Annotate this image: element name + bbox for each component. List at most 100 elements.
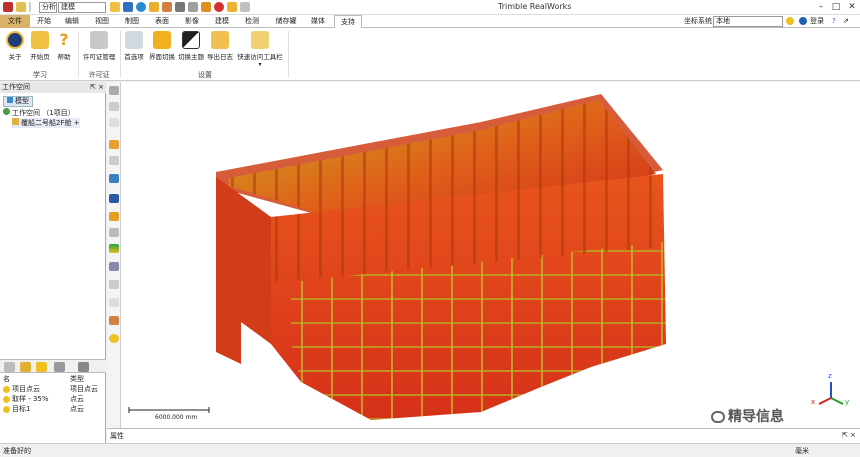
theme-button[interactable]: 切换主题 <box>177 31 205 61</box>
tools-icon[interactable] <box>188 2 198 12</box>
menu-surface[interactable]: 表面 <box>150 15 174 28</box>
menu-view[interactable]: 视图 <box>90 15 114 28</box>
folder-icon[interactable] <box>149 2 159 12</box>
fit-icon[interactable] <box>109 156 119 165</box>
menu-drafting[interactable]: 制图 <box>120 15 144 28</box>
watermark-text: 精导信息 <box>728 409 784 425</box>
help-button[interactable]: ? 帮助 <box>53 31 75 61</box>
3d-viewport[interactable]: 6000.000 mm z x y 精导信息 <box>121 82 860 428</box>
marker-icon[interactable] <box>109 316 119 325</box>
lightbulb-icon[interactable] <box>786 17 794 25</box>
ribbon-separator <box>120 31 121 77</box>
open-icon[interactable] <box>110 2 120 12</box>
app-logo-icon <box>3 2 13 12</box>
project-icon <box>12 118 19 125</box>
column-header-name[interactable]: 名 <box>3 374 10 384</box>
close-icon[interactable]: ✕ <box>845 0 859 14</box>
search-icon[interactable] <box>4 362 15 372</box>
camera-icon[interactable] <box>109 298 119 307</box>
menu-inspection[interactable]: 检测 <box>240 15 264 28</box>
properties-panel: 属性 ⇱ × <box>107 428 860 443</box>
globe-icon[interactable] <box>136 2 146 12</box>
table-row[interactable]: 取样 - 35% 点云 <box>3 394 105 404</box>
preferences-button[interactable]: 首选项 <box>122 31 146 61</box>
pencil-icon[interactable] <box>201 2 211 12</box>
menu-start[interactable]: 开始 <box>32 15 56 28</box>
tree-root[interactable]: 工作空间 （1项目） <box>3 108 75 118</box>
home-icon <box>31 31 49 49</box>
row-name: 目标1 <box>12 405 31 413</box>
maximize-icon[interactable]: □ <box>829 0 843 14</box>
ui-switch-button[interactable]: 界面切换 <box>148 31 176 61</box>
menu-media[interactable]: 媒体 <box>306 15 330 28</box>
workflow-combo[interactable]: 建模 <box>58 2 106 13</box>
grid-icon[interactable] <box>109 280 119 289</box>
section-icon[interactable] <box>109 228 119 237</box>
warning-icon[interactable] <box>109 212 119 221</box>
layers-icon[interactable] <box>240 2 250 12</box>
user-icon[interactable] <box>799 17 807 25</box>
print-icon[interactable] <box>175 2 185 12</box>
workspace-globe-icon <box>3 108 10 115</box>
zoom-icon[interactable] <box>109 86 119 95</box>
bulb-icon[interactable] <box>36 362 47 372</box>
tab-model[interactable]: 模型 <box>3 96 33 107</box>
minimize-icon[interactable]: – <box>814 0 828 14</box>
front-view-icon[interactable] <box>109 194 119 203</box>
coord-system-combo[interactable]: 本地 <box>713 16 783 27</box>
menu-image[interactable]: 影像 <box>180 15 204 28</box>
about-button[interactable]: 关于 <box>4 31 26 61</box>
pick-icon[interactable] <box>109 140 119 149</box>
ribbon: 关于 开始页 ? 帮助 学习 许可证管理 许可证 首选项 界面切换 切换主题 导… <box>0 28 860 81</box>
mode-combo[interactable]: 分析 <box>39 2 57 13</box>
ship-block-left-wall <box>216 177 271 364</box>
expand-icon[interactable]: + <box>74 119 80 127</box>
point-cloud-render[interactable] <box>121 82 860 428</box>
tree-item-project[interactable]: 覆船二号船2F舱 + <box>12 118 80 128</box>
sun-icon[interactable] <box>109 334 119 343</box>
target-icon[interactable] <box>214 2 224 12</box>
rotate-icon[interactable] <box>109 102 119 111</box>
axis-x-icon <box>818 397 832 405</box>
pan-icon[interactable] <box>109 118 119 127</box>
qat-toolbar-label: 快速访问工具栏 <box>237 53 283 61</box>
menu-file[interactable]: 文件 <box>0 15 30 28</box>
restore-icon[interactable]: ⇗ <box>843 16 849 27</box>
start-page-button[interactable]: 开始页 <box>28 31 52 61</box>
undo-icon[interactable] <box>16 2 26 12</box>
table-row[interactable]: 目标1 点云 <box>3 404 105 414</box>
visibility-bulb-icon[interactable] <box>3 405 10 413</box>
menu-edit[interactable]: 编辑 <box>60 15 84 28</box>
menu-modeling[interactable]: 建模 <box>210 15 234 28</box>
table-row[interactable]: 项目点云 项目点云 <box>3 384 105 394</box>
model-icon <box>7 97 13 103</box>
shading-icon[interactable] <box>109 262 119 271</box>
filter-icon[interactable] <box>20 362 31 372</box>
visibility-bulb-icon[interactable] <box>3 395 10 403</box>
view-cube-icon[interactable] <box>109 174 119 183</box>
list-view-icon[interactable] <box>54 362 65 372</box>
color-map-icon[interactable] <box>109 244 119 253</box>
column-header-type[interactable]: 类型 <box>70 374 84 384</box>
menu-support[interactable]: 支持 <box>334 15 362 28</box>
menu-tank[interactable]: 储存罐 <box>270 15 302 28</box>
save-icon[interactable] <box>123 2 133 12</box>
login-link[interactable]: 登录 <box>810 16 824 27</box>
options-icon[interactable] <box>78 362 89 372</box>
panel-pin-icon[interactable]: ⇱ × <box>842 431 856 439</box>
measure-icon[interactable] <box>227 2 237 12</box>
row-type: 项目点云 <box>70 385 98 393</box>
preferences-label: 首选项 <box>124 53 144 61</box>
unit-label[interactable]: 毫米 <box>795 446 809 456</box>
window-title: Trimble RealWorks <box>498 2 572 11</box>
qat-toolbar-button[interactable]: 快速访问工具栏 ▾ <box>235 31 285 68</box>
license-manager-button[interactable]: 许可证管理 <box>80 31 118 61</box>
start-page-label: 开始页 <box>30 53 50 61</box>
export-log-button[interactable]: 导出日志 <box>206 31 234 61</box>
status-bar: 准备好的 毫米 <box>0 443 860 457</box>
panel-pin-icon[interactable]: ⇱ × <box>90 82 104 93</box>
ui-switch-icon <box>153 31 171 49</box>
visibility-bulb-icon[interactable] <box>3 385 10 393</box>
help-icon[interactable]: ? <box>832 16 836 27</box>
scan-icon[interactable] <box>162 2 172 12</box>
